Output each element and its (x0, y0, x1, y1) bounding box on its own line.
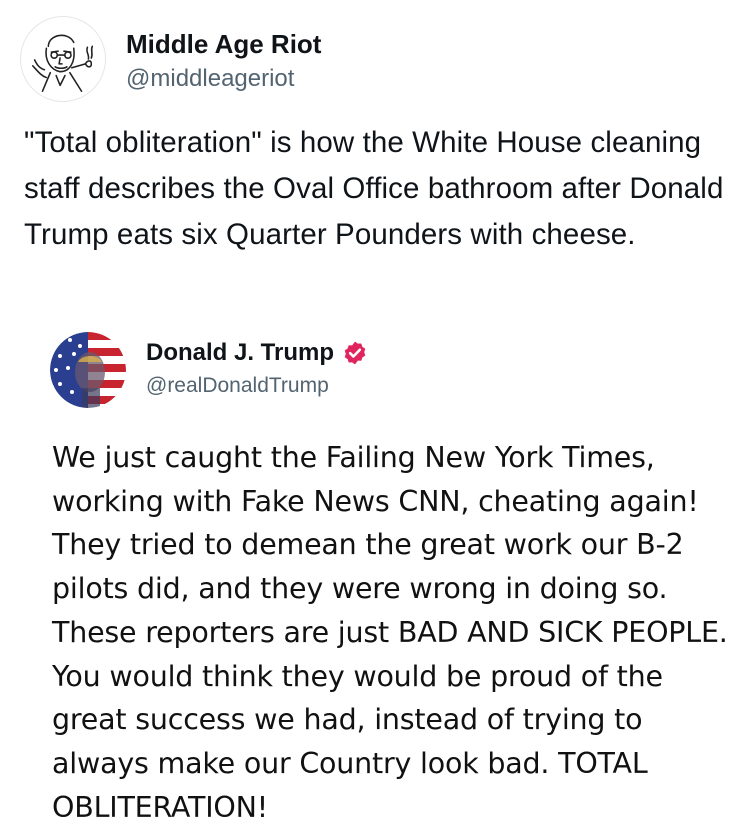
sketch-man-portrait-icon (31, 34, 94, 93)
quoted-author-avatar[interactable] (50, 332, 126, 408)
quoted-author-info: Donald J. Trump @realDonaldTrump (146, 338, 368, 400)
flag-portrait-icon (50, 332, 126, 408)
tweet: Middle Age Riot @middleageriot "Total ob… (0, 0, 750, 833)
quoted-author-name[interactable]: Donald J. Trump (146, 338, 334, 368)
tweet-text: "Total obliteration" is how the White Ho… (24, 126, 724, 251)
author-handle[interactable]: @middleageriot (126, 64, 321, 94)
author-name[interactable]: Middle Age Riot (126, 28, 321, 60)
author-avatar[interactable] (20, 16, 106, 102)
quoted-name-row: Donald J. Trump (146, 338, 368, 368)
verified-badge-icon (342, 340, 368, 366)
quoted-post-text: We just caught the Failing New York Time… (52, 441, 728, 824)
author-info: Middle Age Riot @middleageriot (126, 28, 321, 94)
quoted-author-handle[interactable]: @realDonaldTrump (146, 372, 368, 400)
quoted-post[interactable]: Donald J. Trump @realDonaldTrump We just… (0, 320, 750, 833)
